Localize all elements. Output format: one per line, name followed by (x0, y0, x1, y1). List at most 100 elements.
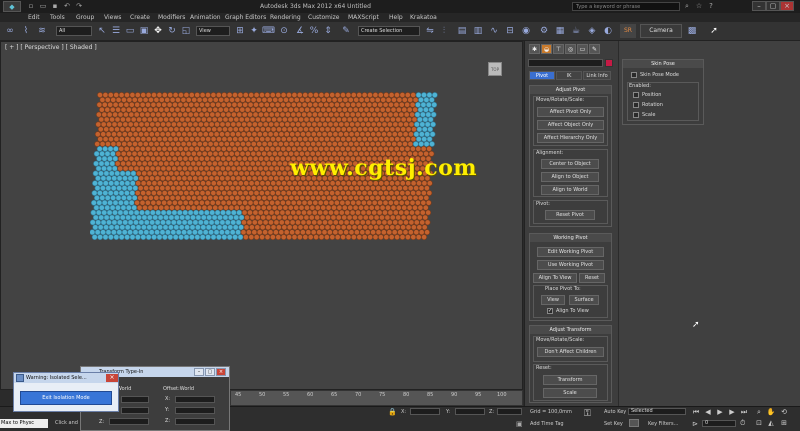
menu-views[interactable]: Views (104, 14, 121, 21)
key-filter-toggle[interactable] (629, 419, 639, 427)
abs-z-field[interactable] (109, 418, 149, 425)
render-iterative-icon[interactable]: ◈ (586, 25, 598, 37)
selection-filter-select[interactable]: All (56, 26, 92, 36)
minimize-button[interactable]: – (752, 1, 766, 11)
add-time-tag-label[interactable]: Add Time Tag (530, 421, 564, 427)
field-of-view-icon[interactable]: ◭ (765, 417, 777, 429)
align-icon[interactable]: ⫶ (438, 25, 450, 37)
working-pivot-title[interactable]: Working Pivot (530, 234, 611, 242)
adjust-transform-title[interactable]: Adjust Transform (530, 326, 611, 334)
lock-selection-icon[interactable]: 🔒 (388, 408, 397, 416)
align-to-view-button[interactable]: Align To View (533, 273, 577, 283)
time-config-icon[interactable]: ⏱ (740, 419, 745, 428)
search-input[interactable]: Type a keyword or phrase (572, 2, 680, 11)
search-icon[interactable]: ⌕ (682, 2, 692, 11)
select-object-icon[interactable]: ↖ (96, 25, 108, 37)
maxscript-listener-field[interactable]: Max to Physc (0, 419, 48, 428)
reset-pivot-button[interactable]: Reset Pivot (545, 210, 595, 220)
next-frame-icon[interactable]: ▶ (726, 406, 738, 418)
material-editor-icon[interactable]: ◉ (520, 25, 532, 37)
reset-scale-button[interactable]: Scale (543, 388, 597, 398)
tab-link-info[interactable]: Link Info (583, 71, 611, 80)
camera-button[interactable]: Camera (640, 24, 682, 38)
sr-button[interactable]: SR (620, 24, 636, 38)
key-mode-toggle-icon[interactable]: ⊳ (692, 420, 698, 428)
abs-y-field[interactable] (121, 407, 149, 414)
offset-x-field[interactable] (175, 396, 215, 403)
maximize-button[interactable]: ▢ (766, 1, 780, 11)
current-frame-field[interactable]: 0 (702, 420, 736, 427)
help-icon[interactable]: ? (706, 2, 716, 11)
activeshade-icon[interactable]: ◐ (602, 25, 614, 37)
offset-y-field[interactable] (175, 407, 215, 414)
reset-transform-button[interactable]: Transform (543, 375, 597, 385)
pointer-tool-icon[interactable]: ➚ (708, 25, 720, 37)
tab-pivot[interactable]: Pivot (529, 71, 555, 80)
key-filters-button[interactable]: Key Filters... (648, 421, 678, 427)
center-to-object-button[interactable]: Center to Object (541, 159, 599, 169)
select-by-name-icon[interactable]: ☰ (110, 25, 122, 37)
layer-manager-icon[interactable]: ▤ (456, 25, 468, 37)
align-to-view-checkbox[interactable]: ✓ (547, 308, 553, 314)
x-coord-field[interactable] (410, 408, 440, 415)
object-color-swatch[interactable] (605, 59, 613, 67)
viewcube-icon[interactable]: TOP (488, 62, 502, 76)
menu-rendering[interactable]: Rendering (270, 14, 301, 21)
pivot-center-icon[interactable]: ⊞ (234, 25, 246, 37)
new-icon[interactable]: ▫ (26, 2, 36, 11)
abs-x-field[interactable] (121, 396, 149, 403)
affect-object-only-button[interactable]: Affect Object Only (537, 120, 604, 130)
spinner-snap-icon[interactable]: ⇕ (322, 25, 334, 37)
y-coord-field[interactable] (455, 408, 485, 415)
z-coord-field[interactable] (497, 408, 522, 415)
affect-hierarchy-only-button[interactable]: Affect Hierarchy Only (537, 133, 604, 143)
skin-pose-mode-checkbox[interactable] (631, 72, 637, 78)
keyboard-shortcut-icon[interactable]: ⌨ (262, 25, 275, 37)
tti-maximize-button[interactable]: ▢ (205, 368, 215, 376)
maximize-viewport-icon[interactable]: ⊞ (778, 417, 790, 429)
auto-key-button[interactable]: Auto Key (604, 409, 626, 415)
tti-close-button[interactable]: × (216, 368, 226, 376)
link-icon[interactable]: ∞ (4, 25, 16, 37)
modify-tab-icon[interactable]: ◒ (541, 44, 552, 54)
unlink-icon[interactable]: ⌇ (20, 25, 32, 37)
schematic-view-icon[interactable]: ⊟ (504, 25, 516, 37)
warning-title[interactable]: Warning: Isolated Sele... (14, 373, 118, 383)
render-setup-icon[interactable]: ⚙ (538, 25, 550, 37)
zoom-extents-icon[interactable]: ⊡ (753, 417, 765, 429)
goto-start-icon[interactable]: ⏮ (690, 406, 702, 418)
skin-pose-title[interactable]: Skin Pose (623, 60, 703, 68)
scale-icon[interactable]: ◱ (180, 25, 192, 37)
menu-maxscript[interactable]: MAXScript (348, 14, 379, 21)
edit-named-sets-icon[interactable]: ✎ (340, 25, 352, 37)
move-icon[interactable]: ✥ (152, 25, 164, 37)
menu-edit[interactable]: Edit (28, 14, 40, 21)
bind-spacewarp-icon[interactable]: ≋ (36, 25, 48, 37)
tti-minimize-button[interactable]: – (194, 368, 204, 376)
named-selection-sets-select[interactable]: Create Selection (358, 26, 420, 36)
warning-close-button[interactable]: × (106, 374, 118, 382)
viewport-label[interactable]: [ + ] [ Perspective ] [ Shaded ] (5, 44, 97, 51)
menu-graph-editors[interactable]: Graph Editors (225, 14, 266, 21)
window-crossing-icon[interactable]: ▣ (138, 25, 150, 37)
undo-icon[interactable]: ↶ (62, 2, 72, 11)
timeline-track[interactable]: 45 50 55 60 65 70 75 80 85 90 95 100 (230, 390, 523, 406)
use-working-pivot-button[interactable]: Use Working Pivot (537, 260, 604, 270)
open-icon[interactable]: ▭ (38, 2, 48, 11)
menu-group[interactable]: Group (76, 14, 94, 21)
menu-animation[interactable]: Animation (190, 14, 221, 21)
save-icon[interactable]: ▪ (50, 2, 60, 11)
key-icon[interactable]: ⚿ (584, 409, 591, 419)
motion-tab-icon[interactable]: ◎ (565, 44, 576, 54)
exit-isolation-mode-button[interactable]: Exit Isolation Mode (20, 391, 112, 405)
render-production-icon[interactable]: ☕ (570, 25, 582, 37)
place-surface-button[interactable]: Surface (569, 295, 599, 305)
set-key-button[interactable]: Set Key (604, 421, 623, 427)
create-tab-icon[interactable]: ✱ (529, 44, 540, 54)
angle-snap-icon[interactable]: ∡ (294, 25, 306, 37)
menu-customize[interactable]: Customize (308, 14, 340, 21)
rotate-icon[interactable]: ↻ (166, 25, 178, 37)
star-icon[interactable]: ☆ (694, 2, 704, 11)
dont-affect-children-button[interactable]: Don't Affect Children (537, 347, 604, 357)
script-icon[interactable]: ▩ (686, 25, 698, 37)
